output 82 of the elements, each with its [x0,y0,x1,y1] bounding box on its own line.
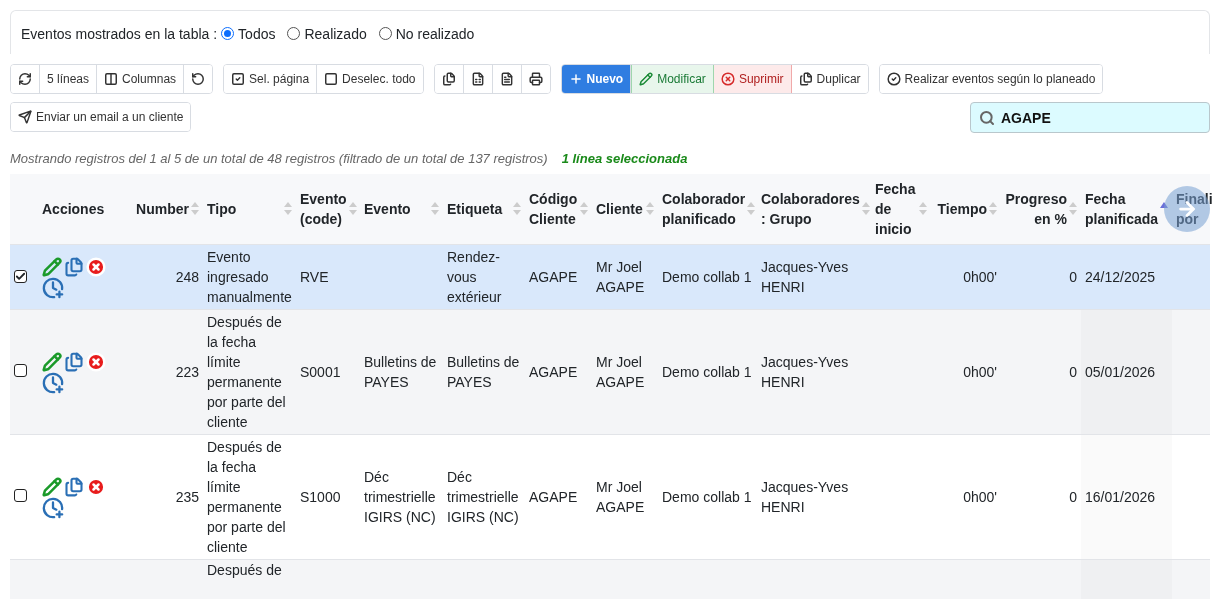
table-cell: Bulletins de PAYES [447,353,520,390]
table-cell: AGAPE [529,488,578,505]
records-info: Mostrando registros del 1 al 5 de un total de 48 registros (filtrado de un total de 137 registros) [10,151,548,166]
table-cell: 0 [1069,268,1077,285]
table-cell: Demo collab 1 [662,268,752,285]
table-cell: AGAPE [529,363,578,380]
clock-plus-icon[interactable] [42,371,64,394]
table-cell: Bulletins de PAYES [364,353,437,390]
copy-icon [798,72,813,86]
pencil-icon[interactable] [42,476,62,497]
table-cell: Después de la fecha límite permanente por parte del cliente [207,313,286,430]
refresh-icon [18,72,32,86]
table-cell: S0001 [300,363,341,380]
clock-plus-icon[interactable] [42,496,64,519]
radio-option[interactable]: Todos [221,25,276,42]
columns-icon [104,72,119,86]
icon-button[interactable] [11,65,40,93]
table-cell: 0h00' [963,268,997,285]
table-cell: Mr Joel AGAPE [596,258,645,295]
toolbar-button[interactable]: Nuevo [561,65,632,93]
pencil-icon [639,72,654,86]
empty-box-icon [324,72,339,86]
table-cell: Déc trimestrielle IGIRS (NC) [364,468,436,525]
table-cell: Rendez-vous extérieur [447,248,502,305]
table-cell: 0 [1069,363,1077,380]
table-cell: Jacques-Yves HENRI [761,258,849,295]
table-cell: AGAPE [529,268,578,285]
document-file-icon [499,72,514,86]
delete-icon[interactable] [86,351,106,372]
plus-icon [568,72,583,86]
column-header[interactable]: Acciones [42,198,126,219]
copy-icon[interactable] [64,476,84,497]
radio-option[interactable]: Realizado [287,25,367,42]
toolbar-button[interactable]: Enviar un email a un cliente [11,103,191,131]
row-checkbox[interactable] [14,363,27,377]
toolbar-button[interactable]: Realizar eventos según lo planeado [879,65,1103,93]
search-icon [979,110,995,126]
undo-icon [191,72,206,86]
table-cell: Mr Joel AGAPE [596,353,645,390]
toolbar-button[interactable]: Suprimir [713,65,792,93]
printer-icon [528,72,543,86]
pencil-icon[interactable] [42,351,62,372]
toolbar-button[interactable]: Modificar [631,65,714,93]
table-cell: Evento ingresado manualmente [207,248,292,305]
table-cell: 0h00' [963,363,997,380]
check-circle-icon [886,72,901,86]
table-cell: RVE [300,268,329,285]
table-cell: 0h00' [963,488,997,505]
copy-icon[interactable] [64,351,84,372]
table-cell: Demo collab 1 [662,488,752,505]
table-cell: Demo collab 1 [662,363,752,380]
send-icon [18,110,32,124]
clock-plus-icon[interactable] [42,276,64,299]
table-cell: Después de la fecha límite permanente por parte del cliente [207,438,286,555]
icon-button[interactable] [434,65,464,93]
copy-icon[interactable] [64,256,84,277]
row-checkbox[interactable] [14,488,27,502]
table-cell: Después de [207,561,282,578]
copy-icon [441,72,456,86]
selection-count: 1 línea seleccionada [561,151,688,166]
table-cell: 248 [175,268,199,285]
table-cell: 0 [1069,488,1077,505]
pencil-icon[interactable] [42,256,62,277]
table-cell: 24/12/2025 [1085,268,1156,285]
table-cell: Jacques-Yves HENRI [761,478,849,515]
table-cell: S1000 [300,488,341,505]
search-field[interactable]: AGAPE [970,102,1210,133]
table-cell: Jacques-Yves HENRI [761,353,849,390]
radio-option[interactable]: No realizado [378,25,475,42]
x-circle-icon [720,72,735,86]
table-cell: 235 [175,488,199,505]
table-cell: 16/01/2026 [1085,488,1156,505]
filter-label: Eventos mostrados en la tabla : [21,25,218,42]
row-checkbox[interactable] [14,269,27,283]
checked-box-icon [231,72,246,86]
spreadsheet-file-icon [470,72,485,86]
delete-icon[interactable] [86,256,106,277]
table-cell: 223 [175,363,199,380]
table-cell: Mr Joel AGAPE [596,478,645,515]
table-cell: Déc trimestrielle IGIRS (NC) [447,468,519,525]
table-cell: 05/01/2026 [1085,363,1156,380]
toolbar-button[interactable]: Sel. página [224,65,318,93]
